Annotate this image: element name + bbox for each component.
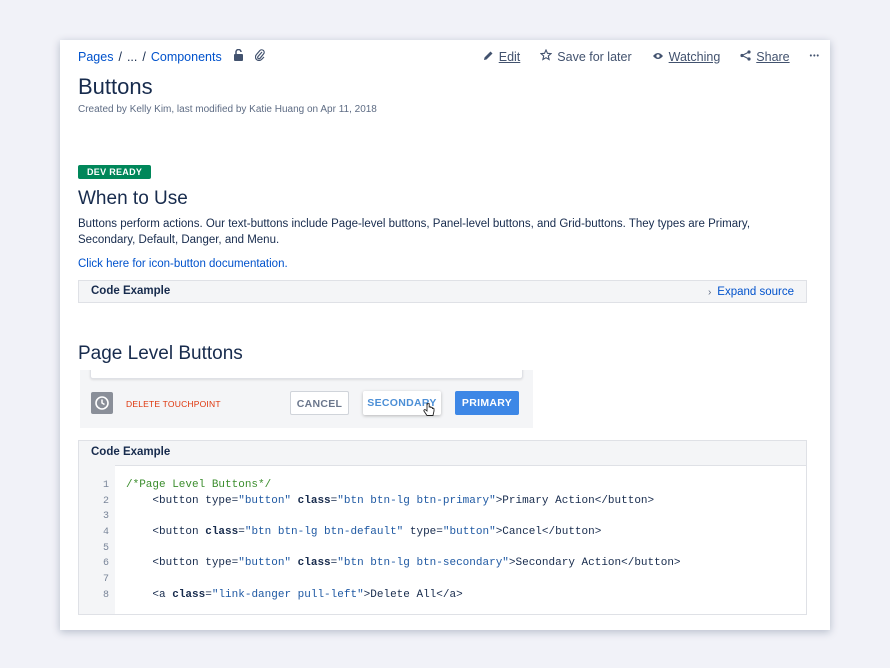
save-for-later-label: Save for later: [557, 49, 632, 64]
expand-source-label: Expand source: [717, 286, 794, 298]
code-example-block: Code Example 1/*Page Level Buttons*/ 2 <…: [78, 440, 807, 615]
code-line: 4 <button class="btn btn-lg btn-default"…: [79, 525, 806, 541]
confluence-page: Pages / ... / Components Edit Save for l…: [60, 40, 830, 630]
clock-icon: [91, 392, 113, 414]
unlock-icon[interactable]: [233, 48, 244, 64]
code-lines[interactable]: 1/*Page Level Buttons*/ 2 <button type="…: [79, 478, 806, 604]
edit-button[interactable]: Edit: [483, 49, 521, 64]
code-line: 5: [79, 541, 806, 557]
icon-button-doc-link[interactable]: Click here for icon-button documentation…: [78, 258, 288, 270]
code-line: 7: [79, 572, 806, 588]
page-actions: Edit Save for later Watching Share •••: [463, 48, 820, 64]
breadcrumb-pages-link[interactable]: Pages: [78, 50, 113, 64]
watching-label: Watching: [668, 49, 721, 64]
more-icon: •••: [809, 53, 820, 60]
delete-touchpoint-link[interactable]: DELETE TOUCHPOINT: [126, 399, 221, 409]
more-actions-button[interactable]: •••: [810, 53, 820, 60]
primary-button[interactable]: PRIMARY: [455, 391, 519, 415]
edit-label: Edit: [498, 49, 521, 64]
page-level-buttons-heading: Page Level Buttons: [78, 343, 243, 364]
share-label: Share: [756, 49, 790, 64]
code-example-label: Code Example: [91, 446, 171, 458]
status-badge: DEV READY: [78, 165, 152, 179]
code-line: 3: [79, 509, 806, 525]
line-number: 2: [102, 495, 109, 507]
line-number: 1: [102, 480, 109, 491]
page-metadata: Created by Kelly Kim, last modified by K…: [78, 104, 377, 115]
code-example-header: Code Example: [79, 441, 806, 466]
line-number: 7: [102, 574, 109, 586]
pencil-icon: [483, 50, 494, 64]
share-icon: [740, 49, 751, 64]
line-number: 4: [102, 527, 109, 539]
line-number: 5: [102, 542, 109, 554]
chevron-right-icon: ›: [707, 287, 712, 298]
star-icon: [539, 48, 553, 64]
code-line: 8 <a class="link-danger pull-left">Delet…: [79, 588, 806, 604]
code-example-collapsed: Code Example › Expand source: [78, 280, 807, 303]
line-number: 3: [102, 511, 109, 523]
page-title: Buttons: [78, 74, 153, 99]
code-example-label: Code Example: [91, 285, 171, 297]
watching-button[interactable]: Watching: [652, 49, 721, 64]
code-line: 2 <button type="button" class="btn btn-l…: [79, 494, 806, 510]
breadcrumb-ellipsis[interactable]: ...: [127, 50, 137, 64]
save-for-later-button[interactable]: Save for later: [539, 48, 632, 64]
line-number: 6: [102, 558, 109, 570]
breadcrumb-components-link[interactable]: Components: [151, 50, 222, 64]
breadcrumb: Pages / ... / Components: [78, 48, 265, 64]
hand-cursor-icon: [423, 402, 435, 420]
eye-icon: [652, 50, 664, 64]
code-line: 1/*Page Level Buttons*/: [79, 478, 806, 494]
share-button[interactable]: Share: [740, 49, 790, 64]
demo-card-edge: [90, 370, 523, 379]
when-to-use-heading: When to Use: [78, 188, 188, 209]
buttons-demo-image: DELETE TOUCHPOINT CANCEL SECONDARY PRIMA…: [80, 370, 533, 428]
line-number: 8: [102, 589, 109, 601]
description-text: Buttons perform actions. Our text-button…: [78, 218, 751, 246]
code-line: 6 <button type="button" class="btn btn-l…: [79, 556, 806, 572]
breadcrumb-separator: /: [118, 49, 122, 64]
breadcrumb-separator: /: [142, 49, 146, 64]
attachment-icon[interactable]: [254, 49, 265, 64]
cancel-button[interactable]: CANCEL: [290, 391, 349, 415]
expand-source-button[interactable]: › Expand source: [708, 286, 794, 298]
